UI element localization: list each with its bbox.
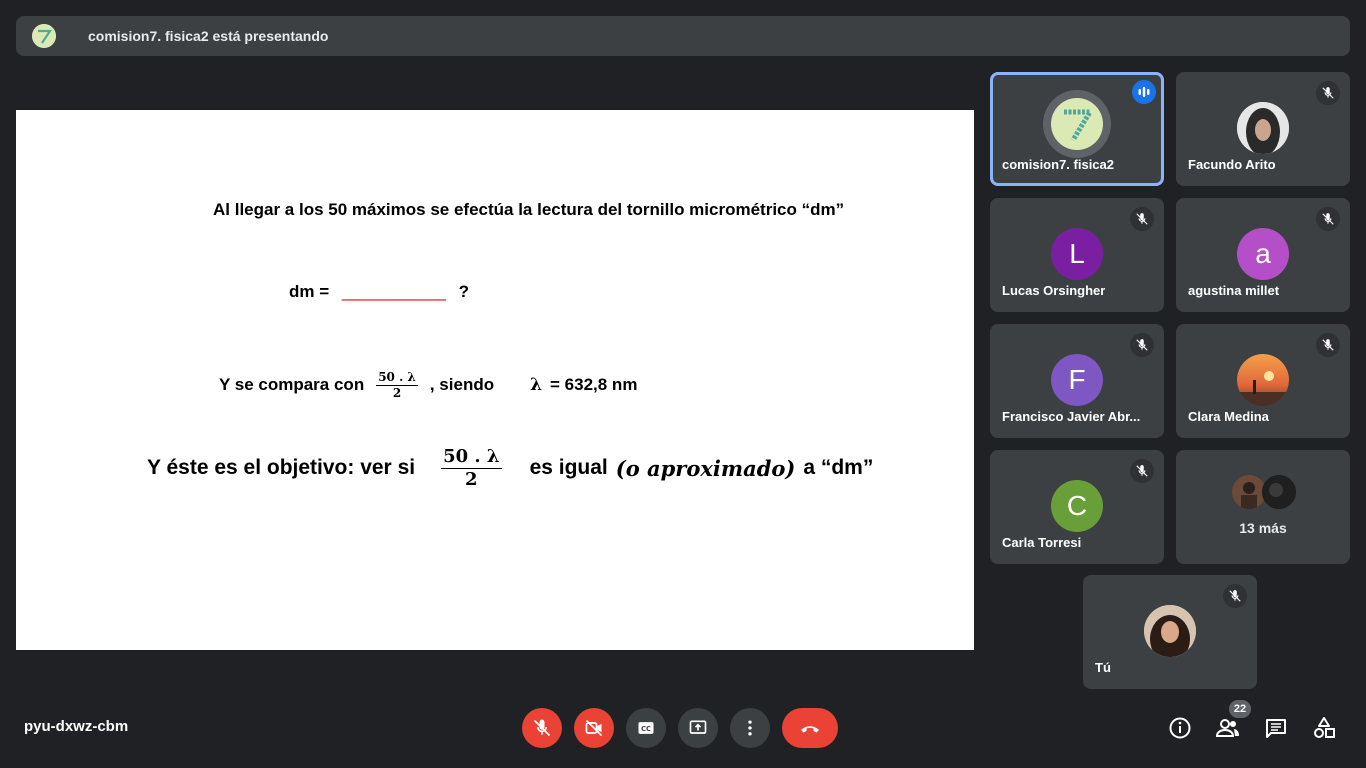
more-participants-tile[interactable]: 13 más	[1176, 450, 1350, 564]
avatar-initial: L	[1051, 228, 1103, 280]
presenting-text: comision7. fisica2 está presentando	[88, 28, 329, 44]
mic-off-icon	[1223, 584, 1247, 608]
participant-tile-lucas[interactable]: L Lucas Orsingher	[990, 198, 1164, 312]
more-vert-icon	[748, 720, 752, 736]
mic-off-icon	[1130, 207, 1154, 231]
dm-suffix: a “dm”	[803, 456, 874, 479]
people-icon	[1215, 719, 1239, 737]
avatar	[1232, 475, 1266, 509]
participant-name: Lucas Orsingher	[1002, 283, 1106, 298]
people-button[interactable]	[1214, 714, 1242, 742]
avatar	[1237, 102, 1289, 154]
participant-tile-facundo[interactable]: Facundo Arito	[1176, 72, 1350, 186]
equal-text: es igual	[529, 456, 608, 479]
participant-tile-self[interactable]: Tú	[1083, 575, 1257, 689]
mic-off-icon	[1316, 81, 1340, 105]
participant-tile-francisco[interactable]: F Francisco Javier Abr...	[990, 324, 1164, 438]
participant-tile-comision7[interactable]: comision7. fisica2	[990, 72, 1164, 186]
leave-call-button[interactable]	[782, 708, 838, 748]
camera-off-icon	[585, 719, 603, 737]
participant-name: Clara Medina	[1188, 409, 1269, 424]
svg-text:CC: CC	[641, 725, 651, 733]
lambda-symbol: λ	[530, 375, 543, 395]
present-now-button[interactable]	[678, 708, 718, 748]
avatar-initial: F	[1051, 354, 1103, 406]
chat-button[interactable]	[1262, 714, 1290, 742]
presentation-slide: Al llegar a los 50 máximos se efectúa la…	[16, 110, 974, 650]
more-options-button[interactable]	[730, 708, 770, 748]
avatar-initial: a	[1237, 228, 1289, 280]
fraction-denominator: 2	[392, 386, 402, 400]
people-count-badge: 22	[1229, 700, 1251, 718]
presenting-banner: comision7. fisica2 está presentando	[16, 16, 1350, 56]
present-icon	[689, 720, 707, 734]
hang-up-icon	[801, 726, 819, 733]
lambda-value: = 632,8 nm	[550, 375, 638, 394]
slide-line-1: Al llegar a los 50 máximos se efectúa la…	[213, 200, 845, 219]
avatar	[1043, 90, 1111, 158]
dm-blank: ___________	[341, 282, 446, 301]
fraction-numerator: 50 . λ	[376, 370, 418, 386]
chat-icon	[1266, 719, 1286, 738]
slide-line-3: Y se compara con 50 . λ 2 , siendo λ = 6…	[219, 370, 637, 400]
participant-tile-clara[interactable]: Clara Medina	[1176, 324, 1350, 438]
captions-button[interactable]: CC	[626, 708, 666, 748]
avatar-initial: C	[1051, 480, 1103, 532]
activities-icon	[1314, 717, 1335, 738]
captions-icon: CC	[638, 722, 654, 734]
mic-off-icon	[1130, 459, 1154, 483]
slide-line-4: Y éste es el objetivo: ver si 50 . λ 2 e…	[147, 446, 873, 490]
objective-text: Y éste es el objetivo: ver si	[147, 456, 416, 479]
participant-name: agustina millet	[1188, 283, 1280, 298]
fraction-numerator: 50 . λ	[441, 446, 502, 469]
camera-toggle-button[interactable]	[574, 708, 614, 748]
avatar	[1144, 605, 1196, 657]
slide-line-2: dm = ___________ ?	[289, 282, 469, 302]
avatar	[1262, 475, 1296, 509]
participant-name: Carla Torresi	[1002, 535, 1082, 550]
fraction-small: 50 . λ 2	[376, 370, 418, 400]
participant-name: comision7. fisica2	[1002, 157, 1114, 172]
dm-label: dm =	[289, 282, 330, 301]
avatar	[1237, 354, 1289, 406]
activities-button[interactable]	[1310, 714, 1338, 742]
participant-name: Facundo Arito	[1188, 157, 1276, 172]
participant-tile-agustina[interactable]: a agustina millet	[1176, 198, 1350, 312]
mic-off-icon	[1316, 207, 1340, 231]
dm-question: ?	[458, 282, 470, 301]
speaking-indicator-icon	[1132, 80, 1156, 104]
mic-toggle-button[interactable]	[522, 708, 562, 748]
presenter-avatar	[32, 24, 56, 48]
fraction-big: 50 . λ 2	[441, 446, 502, 490]
mic-off-icon	[533, 719, 551, 737]
fraction-denominator: 2	[465, 469, 478, 490]
info-icon	[1169, 717, 1191, 739]
participant-tile-carla[interactable]: C Carla Torresi	[990, 450, 1164, 564]
siendo-text: , siendo	[429, 375, 495, 394]
participant-name: Francisco Javier Abr...	[1002, 409, 1141, 424]
approx-text: (o aproximado)	[615, 455, 796, 481]
meeting-details-button[interactable]	[1166, 714, 1194, 742]
compare-text: Y se compara con	[219, 375, 365, 394]
participant-name: Tú	[1095, 660, 1111, 675]
mic-off-icon	[1130, 333, 1154, 357]
more-participants-label: 13 más	[1239, 520, 1287, 536]
meeting-code: pyu-dxwz-cbm	[24, 718, 129, 735]
mic-off-icon	[1316, 333, 1340, 357]
